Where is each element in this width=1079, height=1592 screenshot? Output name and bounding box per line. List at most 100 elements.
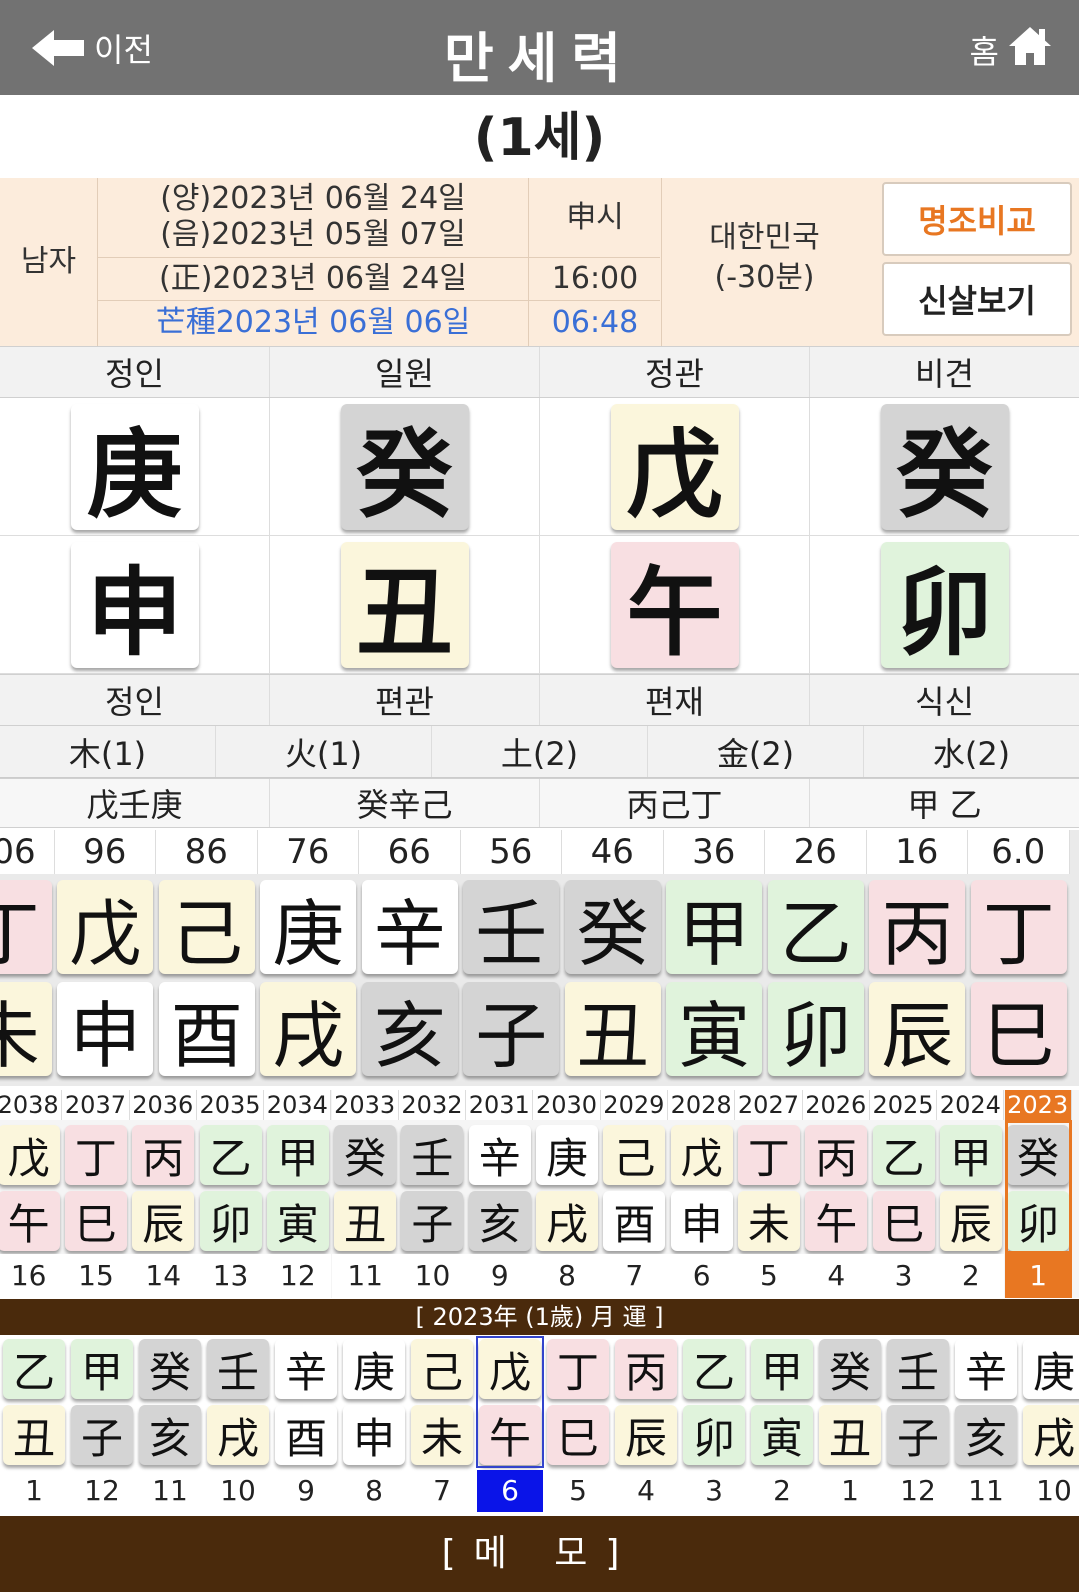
monthly-branch[interactable]: 子 xyxy=(887,1405,949,1465)
monthly-stem[interactable]: 癸 xyxy=(819,1339,881,1399)
monthly-pillar[interactable]: 癸亥 xyxy=(136,1336,204,1468)
daeun-stem[interactable]: 丙 xyxy=(869,880,966,976)
daeun-stem[interactable]: 乙 xyxy=(767,880,864,976)
monthly-branch[interactable]: 寅 xyxy=(751,1405,813,1465)
monthly-pillar[interactable]: 辛亥 xyxy=(952,1336,1020,1468)
yearly-branch[interactable]: 丑 xyxy=(334,1191,397,1251)
yearly-stem[interactable]: 戊 xyxy=(0,1125,60,1185)
daeun-column[interactable]: 106 丁未 xyxy=(0,830,55,1078)
yearly-column[interactable]: 2025 乙巳 3 xyxy=(869,1090,938,1298)
compare-button[interactable]: 명조비교 xyxy=(882,182,1072,256)
yearly-branch[interactable]: 卯 xyxy=(1007,1191,1070,1251)
monthly-pillar[interactable]: 甲子 xyxy=(68,1336,136,1468)
yearly-stem[interactable]: 庚 xyxy=(536,1125,599,1185)
monthly-column[interactable]: 丙辰 4 xyxy=(612,1336,680,1512)
monthly-stem[interactable]: 庚 xyxy=(1023,1339,1079,1399)
daeun-stem[interactable]: 丁 xyxy=(970,880,1067,976)
monthly-column[interactable]: 辛亥 11 xyxy=(952,1336,1020,1512)
monthly-branch[interactable]: 丑 xyxy=(3,1405,65,1465)
yearly-stem[interactable]: 辛 xyxy=(468,1125,531,1185)
monthly-branch[interactable]: 亥 xyxy=(955,1405,1017,1465)
daeun-branch[interactable]: 卯 xyxy=(767,982,864,1078)
monthly-pillar[interactable]: 庚戌 xyxy=(1020,1336,1079,1468)
monthly-branch[interactable]: 子 xyxy=(71,1405,133,1465)
monthly-stem[interactable]: 壬 xyxy=(207,1339,269,1399)
yearly-branch[interactable]: 午 xyxy=(805,1191,868,1251)
yearly-branch[interactable]: 巳 xyxy=(872,1191,935,1251)
monthly-branch[interactable]: 辰 xyxy=(615,1405,677,1465)
yearly-branch[interactable]: 寅 xyxy=(266,1191,329,1251)
yearly-column[interactable]: 2029 己酉 7 xyxy=(600,1090,668,1298)
monthly-stem[interactable]: 丙 xyxy=(615,1339,677,1399)
yearly-stem[interactable]: 癸 xyxy=(1007,1125,1070,1185)
daeun-stem[interactable]: 癸 xyxy=(564,880,661,976)
monthly-pillar[interactable]: 乙卯 xyxy=(680,1336,748,1468)
yearly-branch[interactable]: 巳 xyxy=(64,1191,127,1251)
yearly-stem[interactable]: 戊 xyxy=(670,1125,733,1185)
monthly-column[interactable]: 乙丑 1 xyxy=(0,1336,68,1512)
daeun-column[interactable]: 66 辛亥 xyxy=(359,830,461,1078)
shinsal-button[interactable]: 신살보기 xyxy=(882,262,1072,336)
daeun-stem[interactable]: 甲 xyxy=(666,880,763,976)
daeun-branch[interactable]: 寅 xyxy=(666,982,763,1078)
monthly-branch[interactable]: 酉 xyxy=(275,1405,337,1465)
daeun-stem[interactable]: 壬 xyxy=(463,880,560,976)
yearly-column[interactable]: 2034 甲寅 12 xyxy=(264,1090,332,1298)
yearly-stem[interactable]: 壬 xyxy=(401,1125,464,1185)
monthly-pillar[interactable]: 丁巳 xyxy=(544,1336,612,1468)
yearly-branch[interactable]: 辰 xyxy=(132,1191,195,1251)
monthly-pillar[interactable]: 庚申 xyxy=(340,1336,408,1468)
pillar-stem[interactable]: 戊 xyxy=(610,403,739,531)
monthly-branch[interactable]: 丑 xyxy=(819,1405,881,1465)
daeun-column[interactable]: 56 壬子 xyxy=(460,830,562,1078)
monthly-pillar[interactable]: 乙丑 xyxy=(0,1336,68,1468)
yearly-column[interactable]: 2031 辛亥 9 xyxy=(466,1090,534,1298)
yearly-stem[interactable]: 丁 xyxy=(737,1125,800,1185)
yearly-stem[interactable]: 癸 xyxy=(334,1125,397,1185)
daeun-column[interactable]: 76 庚戌 xyxy=(257,830,359,1078)
monthly-pillar[interactable]: 己未 xyxy=(408,1336,476,1468)
monthly-stem[interactable]: 辛 xyxy=(275,1339,337,1399)
monthly-stem[interactable]: 乙 xyxy=(3,1339,65,1399)
daeun-column[interactable]: 46 癸丑 xyxy=(562,830,664,1078)
yearly-stem[interactable]: 乙 xyxy=(872,1125,935,1185)
monthly-branch[interactable]: 亥 xyxy=(139,1405,201,1465)
daeun-column[interactable]: 26 乙卯 xyxy=(765,830,867,1078)
pillar-branch[interactable]: 午 xyxy=(610,541,739,669)
monthly-column[interactable]: 壬戌 10 xyxy=(204,1336,272,1512)
monthly-pillar[interactable]: 壬戌 xyxy=(204,1336,272,1468)
pillar-stem[interactable]: 庚 xyxy=(70,403,199,531)
yearly-column[interactable]: 2033 癸丑 11 xyxy=(331,1090,399,1298)
monthly-column[interactable]: 壬子 12 xyxy=(884,1336,952,1512)
yearly-branch[interactable]: 未 xyxy=(737,1191,800,1251)
daeun-stem[interactable]: 丁 xyxy=(0,880,52,976)
monthly-branch[interactable]: 午 xyxy=(479,1405,541,1465)
yearly-strip[interactable]: 2038 戊午 16 2037 丁巳 15 2036 丙辰 14 2035 乙卯 13 2034 甲寅 12… xyxy=(0,1090,1079,1298)
monthly-branch[interactable]: 卯 xyxy=(683,1405,745,1465)
monthly-strip[interactable]: 乙丑 1 甲子 12 癸亥 11 壬戌 10 辛酉 9 庚申 8 己未 7 戊午 6 丁巳 5 丙辰 4 乙卯 3 甲寅 2 癸… xyxy=(0,1336,1079,1516)
daeun-stem[interactable]: 辛 xyxy=(361,880,458,976)
monthly-pillar[interactable]: 辛酉 xyxy=(272,1336,340,1468)
monthly-column[interactable]: 癸丑 1 xyxy=(816,1336,884,1512)
yearly-branch[interactable]: 卯 xyxy=(199,1191,262,1251)
yearly-pillar[interactable]: 丁未 xyxy=(735,1120,802,1254)
daeun-branch[interactable]: 未 xyxy=(0,982,52,1078)
home-button[interactable]: 홈 xyxy=(970,22,1053,77)
monthly-pillar[interactable]: 癸丑 xyxy=(816,1336,884,1468)
daeun-branch[interactable]: 子 xyxy=(463,982,560,1078)
monthly-branch[interactable]: 申 xyxy=(343,1405,405,1465)
yearly-stem[interactable]: 丙 xyxy=(132,1125,195,1185)
yearly-pillar[interactable]: 丙午 xyxy=(803,1120,870,1254)
monthly-branch[interactable]: 戌 xyxy=(207,1405,269,1465)
monthly-stem[interactable]: 癸 xyxy=(139,1339,201,1399)
yearly-column[interactable]: 2030 庚戌 8 xyxy=(533,1090,601,1298)
yearly-branch[interactable]: 酉 xyxy=(603,1191,666,1251)
yearly-stem[interactable]: 甲 xyxy=(266,1125,329,1185)
yearly-pillar[interactable]: 戊午 xyxy=(0,1120,62,1254)
monthly-stem[interactable]: 甲 xyxy=(751,1339,813,1399)
yearly-pillar[interactable]: 壬子 xyxy=(399,1120,466,1254)
daeun-column[interactable]: 86 己酉 xyxy=(156,830,258,1078)
monthly-pillar[interactable]: 壬子 xyxy=(884,1336,952,1468)
yearly-branch[interactable]: 申 xyxy=(670,1191,733,1251)
monthly-stem[interactable]: 戊 xyxy=(479,1339,541,1399)
